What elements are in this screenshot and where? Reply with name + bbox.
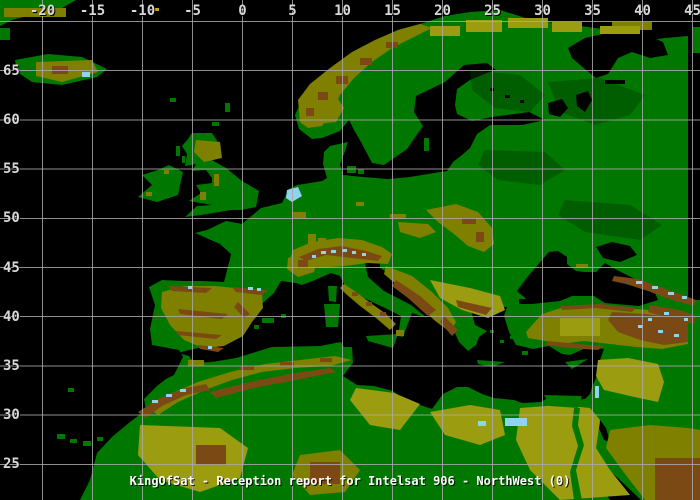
longitude-label: 15 [384,3,401,19]
latitude-label: 40 [3,308,20,325]
longitude-label: 45 [684,3,700,19]
latitude-label: 50 [3,210,20,227]
longitude-label: 30 [534,3,551,19]
longitude-label: 40 [634,3,651,19]
longitude-label: 0 [238,3,247,19]
latitude-label: 35 [3,357,20,374]
coordinate-grid [0,0,700,500]
map-caption: KingOfSat - Reception report for Intelsa… [129,474,571,488]
longitude-label: -5 [184,3,201,19]
longitude-label: 10 [334,3,351,19]
latitude-label: 30 [3,407,20,424]
longitude-label: -10 [129,3,156,19]
longitude-label: -20 [29,3,56,19]
latitude-label: 60 [3,111,20,128]
latitude-label: 25 [3,456,20,473]
reception-coverage-map: -20 -15 -10 -5 0 5 10 15 20 25 30 35 40 45 65 60 55 50 45… [0,0,700,500]
longitude-label: -15 [79,3,106,19]
longitude-label: 20 [434,3,451,19]
latitude-label: 65 [3,62,20,79]
longitude-label: 5 [288,3,297,19]
latitude-label: 45 [3,259,20,276]
latitude-label: 55 [3,161,20,178]
longitude-label: 25 [484,3,501,19]
longitude-label: 35 [584,3,601,19]
